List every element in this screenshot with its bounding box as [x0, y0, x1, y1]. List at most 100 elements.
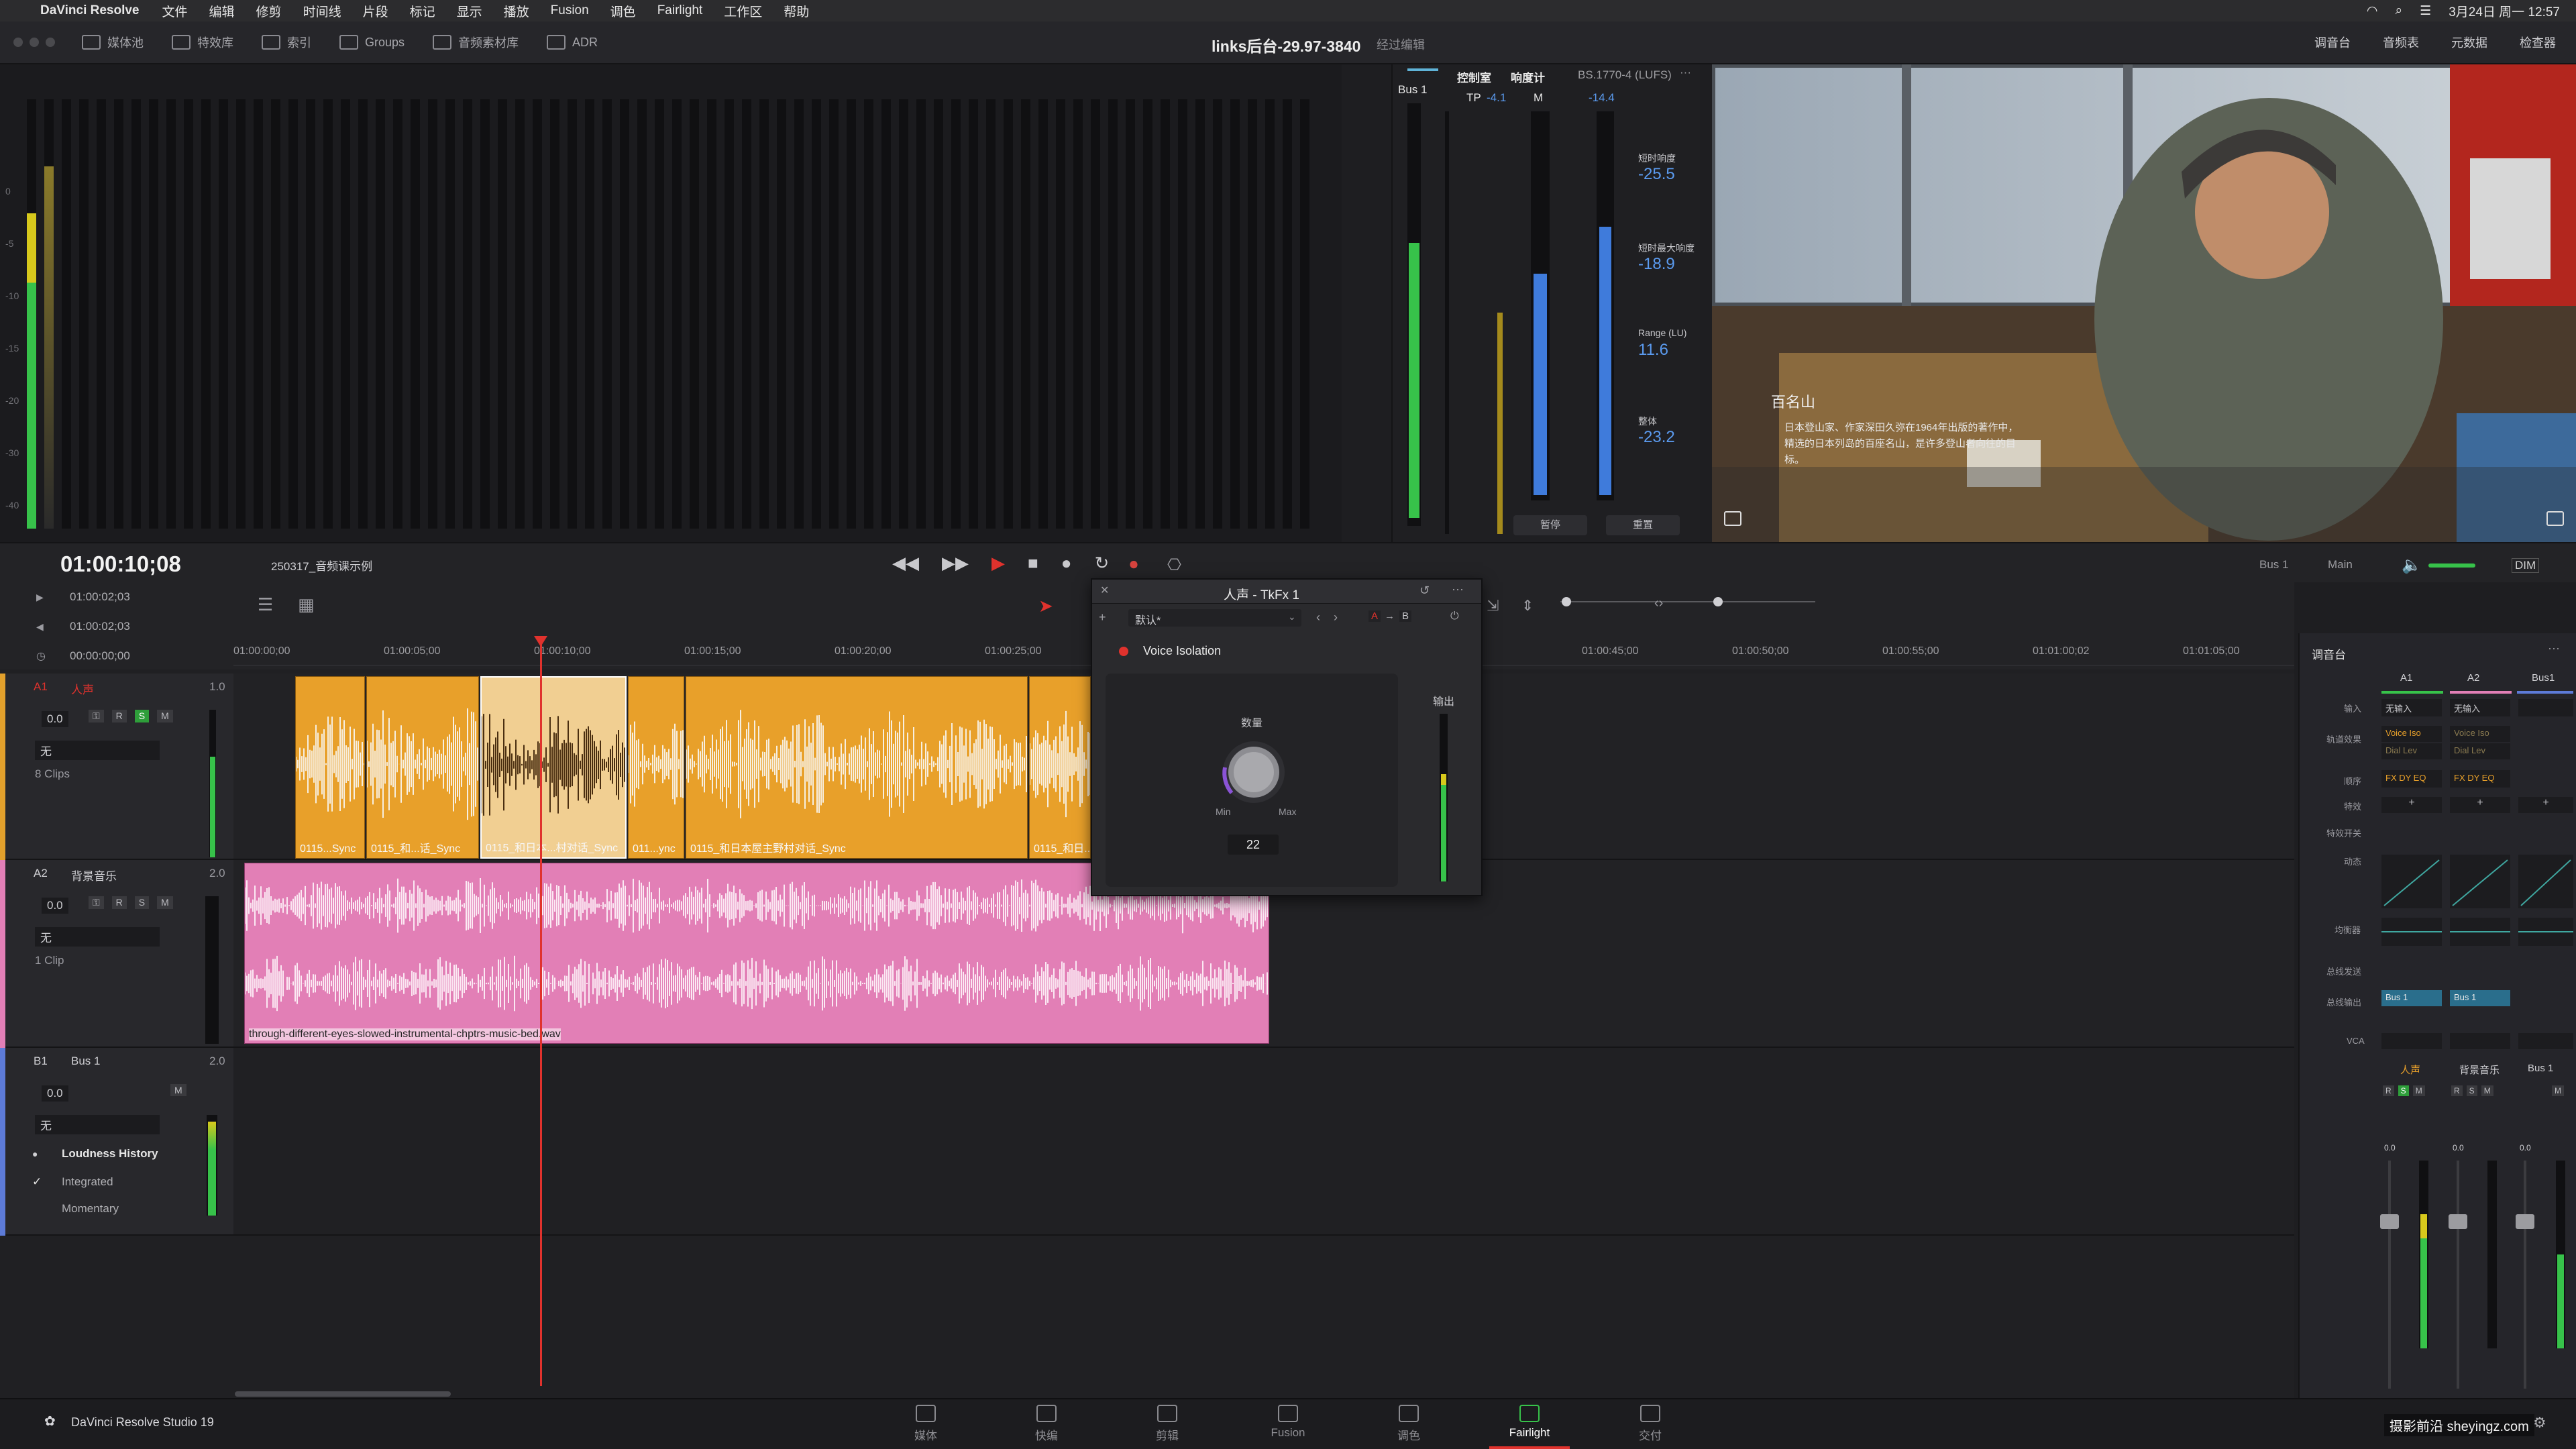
fader-bus[interactable] — [2516, 1214, 2534, 1229]
track-name-a1[interactable]: 人声 — [71, 680, 94, 697]
integrated-check-icon[interactable]: ✓ — [32, 1175, 42, 1189]
solo-button-a1[interactable]: S — [134, 710, 150, 722]
metadata-toggle-button[interactable]: 元数据 — [2451, 34, 2487, 51]
compare-a-button[interactable]: A — [1368, 610, 1381, 622]
preset-prev-icon[interactable]: ‹ — [1316, 610, 1320, 625]
strip-a1-record[interactable]: R — [2383, 1085, 2394, 1096]
clock-text[interactable]: 3月24日 周一 12:57 — [2449, 2, 2560, 20]
strip-a1-mute[interactable]: M — [2412, 1085, 2425, 1096]
mute-button-a2[interactable]: M — [157, 896, 173, 909]
timecode-display[interactable]: 01:00:10;08 — [60, 551, 181, 577]
mixer-a1-fx2[interactable]: Dial Lev — [2381, 743, 2442, 759]
track-input-b1[interactable]: 无 — [35, 1115, 160, 1134]
menu-file[interactable]: 文件 — [162, 2, 188, 20]
strip-name-bus[interactable]: Bus 1 — [2528, 1063, 2553, 1074]
meters-toggle-button[interactable]: 音频表 — [2383, 34, 2419, 51]
mixer-a2-input[interactable]: 无输入 — [2450, 699, 2510, 716]
wifi-icon[interactable]: ◠ — [2367, 3, 2378, 19]
index-button[interactable]: 索引 — [262, 34, 311, 51]
zoom-fit-icon[interactable]: ‹› — [1654, 596, 1663, 611]
record-arm-a1[interactable]: R — [111, 710, 127, 722]
grid-view-icon[interactable]: ▦ — [298, 594, 315, 615]
plugin-window[interactable]: ✕ 人声 - TkFx 1 ↺ ··· + 默认* ⌄ ‹ › A → B ⏻ … — [1091, 578, 1483, 896]
track-input-a2[interactable]: 无 — [35, 927, 160, 947]
mixer-a1-add-fx[interactable]: + — [2381, 797, 2442, 813]
page-tab-deliver[interactable]: 交付 — [1610, 1405, 1690, 1443]
page-tab-cut[interactable]: 快编 — [1006, 1405, 1087, 1443]
lane-b1[interactable] — [233, 1048, 2294, 1236]
mixer-a2-vca[interactable] — [2450, 1033, 2510, 1049]
effects-button[interactable]: 特效库 — [172, 34, 233, 51]
copy-ab-icon[interactable]: → — [1385, 610, 1395, 622]
mixer-a2-fx1[interactable]: Voice Iso — [2450, 726, 2510, 742]
record-icon[interactable]: ● — [1061, 553, 1072, 574]
bus-route-to[interactable]: Main — [2328, 558, 2353, 572]
page-tab-media[interactable]: 媒体 — [885, 1405, 966, 1443]
automation-icon[interactable]: ⎔ — [1167, 555, 1181, 575]
menu-fairlight[interactable]: Fairlight — [657, 3, 703, 18]
mixer-a2-fx2[interactable]: Dial Lev — [2450, 743, 2510, 759]
track-vol-a1[interactable]: 0.0 — [42, 711, 68, 727]
strip-name-a2[interactable]: 背景音乐 — [2459, 1063, 2500, 1077]
amount-knob[interactable] — [1217, 735, 1291, 809]
groups-button[interactable]: Groups — [339, 35, 405, 50]
menu-trim[interactable]: 修剪 — [256, 2, 282, 20]
mixer-a2-eq[interactable] — [2450, 918, 2510, 946]
page-tab-fusion[interactable]: Fusion — [1248, 1405, 1328, 1440]
preset-add-icon[interactable]: + — [1099, 610, 1106, 625]
mixer-a1-busout[interactable]: Bus 1 — [2381, 990, 2442, 1006]
timeline-scrollbar[interactable] — [235, 1391, 451, 1397]
plugin-reset-icon[interactable]: ↺ — [1419, 584, 1430, 598]
min-dot[interactable] — [30, 38, 39, 47]
mixer-a1-fx1[interactable]: Voice Iso — [2381, 726, 2442, 742]
strip-vol-bus[interactable]: 0.0 — [2520, 1143, 2531, 1152]
zoom-knob-2[interactable] — [1713, 597, 1723, 606]
track-header-a1[interactable]: A1 人声 1.0 0.0 ⚿ R S M 无 8 Clips — [0, 674, 233, 860]
playhead[interactable] — [540, 637, 542, 1386]
amount-value-field[interactable]: 22 — [1228, 835, 1279, 855]
track-vol-a2[interactable]: 0.0 — [42, 898, 68, 914]
mixer-a2-order[interactable]: FX DY EQ — [2450, 770, 2510, 788]
menu-workspace[interactable]: 工作区 — [724, 2, 762, 20]
play-icon[interactable]: ▶ — [991, 553, 1005, 574]
record-arm-icon[interactable]: ⏺ — [1130, 555, 1138, 574]
strip-vol-a1[interactable]: 0.0 — [2384, 1143, 2396, 1152]
record-arm-a2[interactable]: R — [111, 896, 127, 909]
mixer-bus-vca[interactable] — [2518, 1033, 2573, 1049]
loudness-menu-icon[interactable]: ··· — [1680, 66, 1691, 79]
loop-icon[interactable]: ↻ — [1094, 553, 1109, 574]
rewind-icon[interactable]: ◀◀ — [892, 553, 919, 574]
mixer-a1-dynamics[interactable] — [2381, 855, 2442, 908]
lock-icon-a1[interactable]: ⚿ — [89, 710, 104, 722]
plugin-bypass-icon[interactable]: ⏻ — [1450, 610, 1459, 623]
mixer-a2-add-fx[interactable]: + — [2450, 797, 2510, 813]
adr-button[interactable]: ADR — [547, 35, 598, 50]
strip-a2-mute[interactable]: M — [2481, 1085, 2493, 1096]
preset-next-icon[interactable]: › — [1334, 610, 1338, 625]
mute-button-b1[interactable]: M — [170, 1084, 186, 1096]
strip-name-a1[interactable]: 人声 — [2400, 1063, 2420, 1077]
menu-color[interactable]: 调色 — [610, 2, 636, 20]
menu-fusion[interactable]: Fusion — [551, 3, 589, 18]
page-tab-fairlight[interactable]: Fairlight — [1489, 1405, 1570, 1449]
pause-button[interactable]: 暂停 — [1513, 515, 1587, 535]
fullscreen-icon[interactable] — [2546, 511, 2564, 526]
video-viewer[interactable]: 百名山 日本登山家、作家深田久弥在1964年出版的著作中，精选的日本列岛的百座名… — [1709, 61, 2576, 542]
lock-icon-a2[interactable]: ⚿ — [89, 896, 104, 909]
menu-help[interactable]: 帮助 — [784, 2, 809, 20]
timeline-selector[interactable]: 250317_音频课示例 — [271, 557, 372, 574]
mute-button-a1[interactable]: M — [157, 710, 173, 722]
menu-mark[interactable]: 标记 — [410, 2, 435, 20]
inspector-toggle-button[interactable]: 检查器 — [2520, 34, 2556, 51]
dim-button[interactable]: DIM — [2512, 558, 2540, 573]
speaker-icon[interactable]: 🔈 — [2402, 555, 2422, 575]
plugin-more-icon[interactable]: ··· — [1452, 582, 1464, 596]
mixer-menu-icon[interactable]: ··· — [2548, 641, 2560, 655]
bus-route-from[interactable]: Bus 1 — [2259, 558, 2288, 572]
compare-b-button[interactable]: B — [1399, 610, 1412, 622]
timeline-view-icon[interactable]: ☰ — [258, 594, 273, 615]
mixer-a1-input[interactable]: 无输入 — [2381, 699, 2442, 716]
page-tab-color[interactable]: 调色 — [1368, 1405, 1449, 1443]
mixer-a2-busout[interactable]: Bus 1 — [2450, 990, 2510, 1006]
reset-button[interactable]: 重置 — [1606, 515, 1680, 535]
